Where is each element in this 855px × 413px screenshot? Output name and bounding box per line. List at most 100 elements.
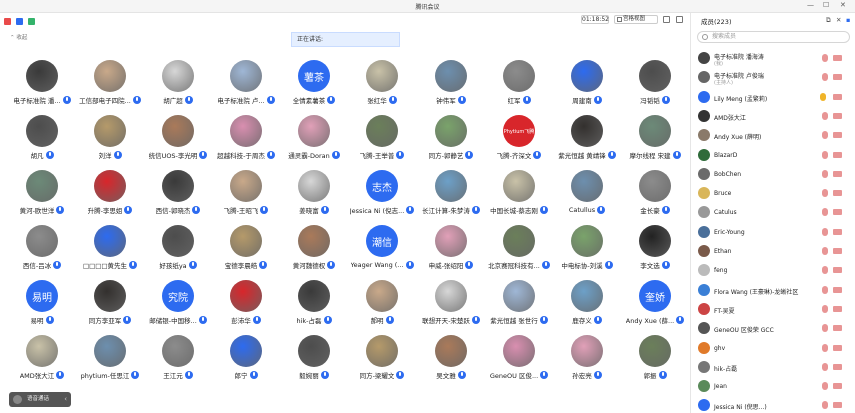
participant-tile[interactable]: 黄河-欧世洋	[8, 170, 76, 228]
collapse-button[interactable]: ⌃ 收起	[10, 33, 27, 41]
participant-list-item[interactable]: hik-占磊	[691, 358, 855, 377]
participant-tile[interactable]: 申威-张绍阳	[417, 225, 485, 283]
participant-list-item[interactable]: AMD张大江	[691, 107, 855, 126]
camera-off-icon[interactable]	[833, 286, 842, 293]
signal-icon[interactable]	[28, 18, 35, 25]
camera-off-icon[interactable]	[833, 170, 842, 177]
participant-list-item[interactable]: 电子标准院 潘海涛 (我)	[691, 49, 855, 68]
participant-tile[interactable]: 电子标准院 潘...	[8, 60, 76, 118]
participant-tile[interactable]: 志杰 Jessica Ni (倪志...	[348, 170, 416, 228]
popout-icon[interactable]: ⧉	[826, 16, 831, 25]
participant-tile[interactable]: 紫光恒越 张世行	[485, 280, 553, 338]
panel-menu-icon[interactable]: ▪	[846, 16, 850, 24]
participant-list-item[interactable]: Bruce	[691, 184, 855, 203]
participant-tile[interactable]: 同方-郭静艺	[417, 115, 485, 173]
participant-tile[interactable]: AMD张大江	[8, 335, 76, 393]
participant-tile[interactable]: 薯茶 全情素薯茶	[280, 60, 348, 118]
participant-tile[interactable]: 超越科技-于周杰	[212, 115, 280, 173]
camera-off-icon[interactable]	[833, 383, 842, 390]
sidebar-toggle-icon[interactable]	[676, 16, 683, 23]
panel-close-icon[interactable]: ✕	[836, 16, 841, 24]
participant-tile[interactable]: 胡广超	[144, 60, 212, 118]
camera-off-icon[interactable]	[833, 402, 842, 409]
minimize-icon[interactable]: —	[807, 1, 814, 9]
mic-muted-icon[interactable]	[822, 150, 828, 159]
participant-tile[interactable]: 西信-郭晓杰	[144, 170, 212, 228]
float-control[interactable]: 语音通话 ‹	[9, 392, 71, 407]
camera-off-icon[interactable]	[833, 344, 842, 351]
participant-tile[interactable]: 李文选	[621, 225, 689, 283]
participant-tile[interactable]: 孙宏亮	[553, 335, 621, 393]
mic-muted-icon[interactable]	[822, 362, 828, 371]
participant-tile[interactable]: 吴文雅	[417, 335, 485, 393]
participant-list-item[interactable]: BlazarD	[691, 146, 855, 165]
participant-tile[interactable]: 中电标协-刘溪	[553, 225, 621, 283]
participant-tile[interactable]: 冯韬韬	[621, 60, 689, 118]
participant-tile[interactable]: 潮信 Yeager Wang (...	[348, 225, 416, 283]
mic-muted-icon[interactable]	[822, 189, 828, 198]
participant-tile[interactable]: 统信UOS-李光明	[144, 115, 212, 173]
participant-list-item[interactable]: Jean	[691, 377, 855, 396]
mic-muted-icon[interactable]	[822, 343, 828, 352]
mic-muted-icon[interactable]	[822, 324, 828, 333]
participant-tile[interactable]: 毅婉丽	[280, 335, 348, 393]
camera-off-icon[interactable]	[833, 305, 842, 312]
participant-tile[interactable]: Phytium飞腾 飞腾-齐深文	[485, 115, 553, 173]
participant-tile[interactable]: 同方李亚军	[76, 280, 144, 338]
camera-off-icon[interactable]	[833, 267, 842, 274]
camera-off-icon[interactable]	[833, 325, 842, 332]
mic-muted-icon[interactable]	[822, 247, 828, 255]
participant-tile[interactable]: 奎娇 Andy Xue (薛...	[621, 280, 689, 338]
participant-tile[interactable]: 郭振	[621, 335, 689, 393]
fullscreen-icon[interactable]	[663, 16, 670, 23]
participant-tile[interactable]: 红军	[485, 60, 553, 118]
camera-off-icon[interactable]	[833, 93, 842, 100]
mic-muted-icon[interactable]	[822, 285, 828, 294]
participant-list-item[interactable]: Eric-Young	[691, 223, 855, 242]
camera-off-icon[interactable]	[833, 112, 842, 119]
mic-muted-icon[interactable]	[822, 111, 828, 120]
participant-tile[interactable]: 彭沛华	[212, 280, 280, 338]
participant-tile[interactable]: 通灵霸-Doran	[280, 115, 348, 173]
participant-list-item[interactable]: Ethan	[691, 242, 855, 261]
participant-list-item[interactable]: 电子标准院 卢俊瑞 (主持人)	[691, 68, 855, 87]
camera-off-icon[interactable]	[833, 55, 842, 61]
participant-tile[interactable]: 黄河魏德权	[280, 225, 348, 283]
shield-icon[interactable]	[16, 18, 23, 25]
participant-tile[interactable]: 北京赛冠科技有...	[485, 225, 553, 283]
mic-muted-icon[interactable]	[822, 54, 828, 62]
participant-tile[interactable]: GeneOU 区俊...	[485, 335, 553, 393]
chevron-left-icon[interactable]: ‹	[64, 392, 67, 407]
camera-off-icon[interactable]	[833, 209, 842, 216]
participant-tile[interactable]: 金长豪	[621, 170, 689, 228]
camera-off-icon[interactable]	[833, 151, 842, 158]
participant-tile[interactable]: Catullus	[553, 170, 621, 228]
participant-tile[interactable]: 工信部电子四院...	[76, 60, 144, 118]
participant-tile[interactable]: 中国长城-蔡志刚	[485, 170, 553, 228]
participant-list-item[interactable]: BobChen	[691, 165, 855, 184]
search-input[interactable]: 搜索成员	[697, 31, 850, 43]
participant-list-item[interactable]: FT-吴夏	[691, 300, 855, 319]
camera-off-icon[interactable]	[833, 248, 842, 254]
participant-tile[interactable]: 长江计算-朱梦涛	[417, 170, 485, 228]
mic-muted-icon[interactable]	[822, 401, 828, 410]
mic-muted-icon[interactable]	[822, 227, 828, 236]
participant-tile[interactable]: 郝明	[348, 280, 416, 338]
participant-tile[interactable]: 宝德李晨皓	[212, 225, 280, 283]
participant-tile[interactable]: 紫光恒越 黄靖锋	[553, 115, 621, 173]
participant-tile[interactable]: □□□□黄先生	[76, 225, 144, 283]
participant-tile[interactable]: 好孩纸ya	[144, 225, 212, 283]
participant-tile[interactable]: 西信-吕冰	[8, 225, 76, 283]
camera-off-icon[interactable]	[833, 228, 842, 235]
camera-off-icon[interactable]	[833, 190, 842, 197]
participant-tile[interactable]: 电子标准院 卢...	[212, 60, 280, 118]
view-mode-button[interactable]: 宫格视图	[614, 15, 658, 24]
participant-tile[interactable]: 鹿存义	[553, 280, 621, 338]
mic-muted-icon[interactable]	[822, 131, 828, 140]
participant-list-item[interactable]: Flora Wang (王豪琳)-龙蜥社区	[691, 281, 855, 300]
participant-tile[interactable]: hik-占磊	[280, 280, 348, 338]
participant-tile[interactable]: 联想开天-宋楚跃	[417, 280, 485, 338]
info-icon[interactable]	[4, 18, 11, 25]
mic-muted-icon[interactable]	[822, 304, 828, 313]
participant-tile[interactable]: 姜晓富	[280, 170, 348, 228]
